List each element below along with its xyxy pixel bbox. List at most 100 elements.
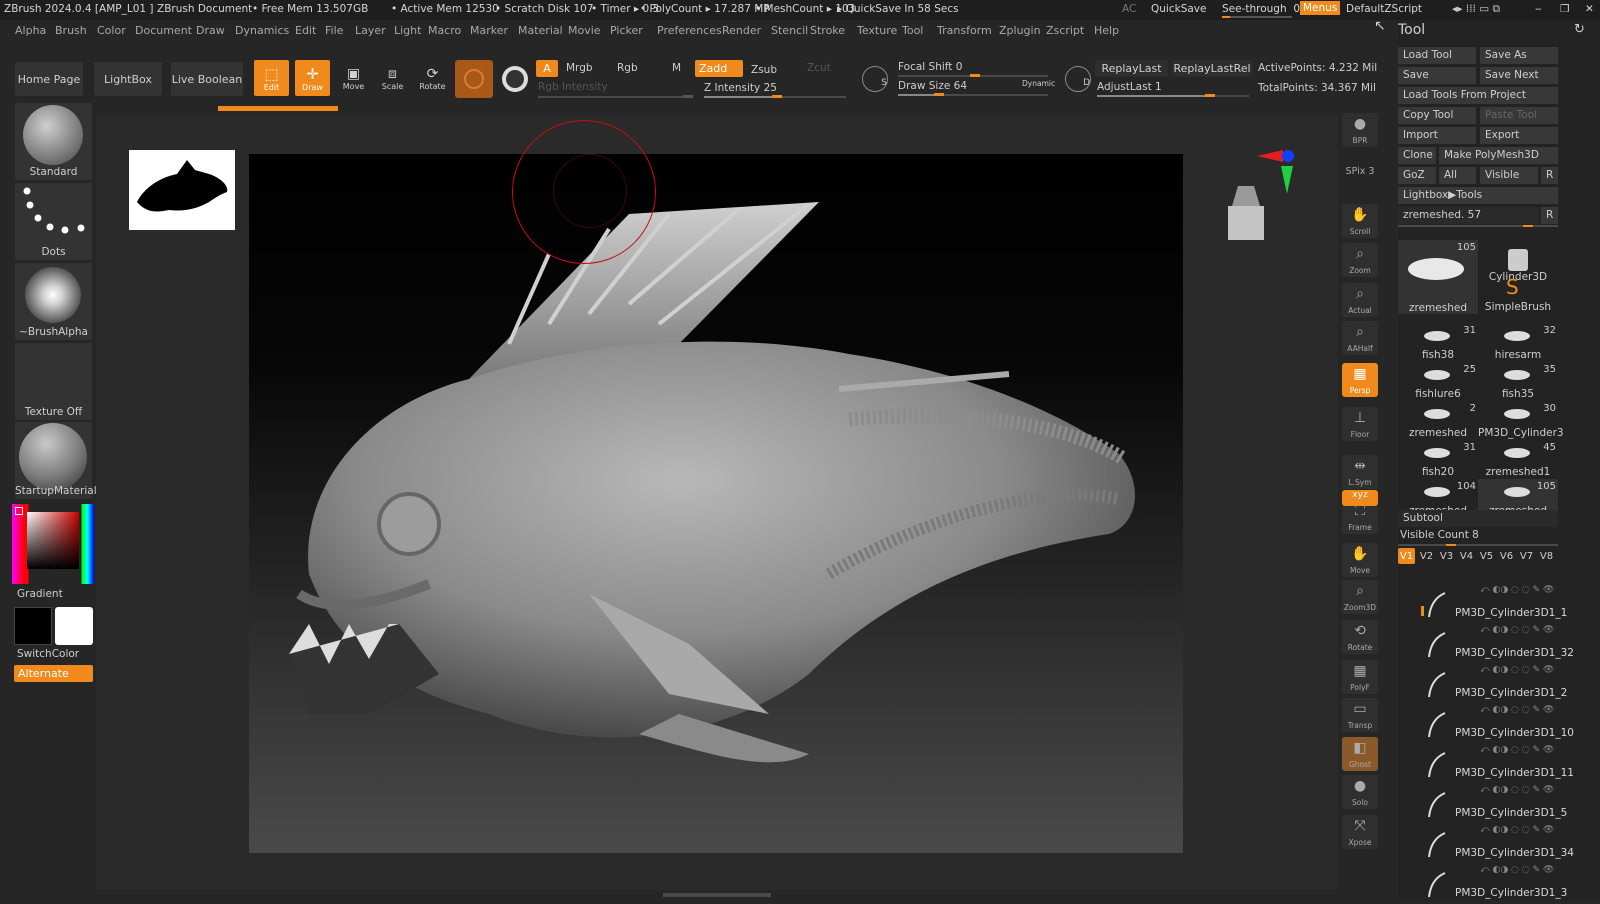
load-tools-from-project-button[interactable]: Load Tools From Project bbox=[1398, 87, 1558, 104]
subtool-row[interactable]: ⤺ ◐◑ ◌ ◌ ✎ 👁 PM3D_Cylinder3D1_34 bbox=[1425, 825, 1595, 864]
subtool-controls-icon[interactable]: ⤺ ◐◑ ◌ ◌ ✎ 👁 bbox=[1480, 825, 1554, 835]
tool-thumbnail[interactable]: 32 hiresarm bbox=[1478, 323, 1558, 361]
alternate-toggle[interactable]: Alternate bbox=[14, 665, 93, 682]
save-next-button[interactable]: Save Next bbox=[1480, 67, 1558, 84]
tool-thumbnail[interactable]: 35 fish35 bbox=[1478, 362, 1558, 400]
menu-color[interactable]: Color bbox=[97, 24, 126, 37]
focal-shift-slider[interactable]: Focal Shift 0 bbox=[898, 61, 962, 73]
draw-mode-button[interactable]: ✛ Draw bbox=[295, 60, 330, 96]
close-icon[interactable]: ✕ bbox=[1585, 3, 1594, 15]
dynamic-toggle[interactable]: Dynamic bbox=[1022, 79, 1055, 88]
menu-draw[interactable]: Draw bbox=[196, 24, 225, 37]
material-selector[interactable]: StartupMaterial bbox=[15, 422, 97, 499]
color-picker[interactable] bbox=[12, 504, 94, 584]
tool-thumbnail[interactable]: 31 fish20 bbox=[1398, 440, 1478, 478]
restore-icon[interactable]: ❐ bbox=[1560, 3, 1569, 15]
z-intensity-slider[interactable]: Z Intensity 25 bbox=[704, 82, 777, 94]
goz-all-button[interactable]: All bbox=[1439, 167, 1476, 184]
tool-thumbnail[interactable]: 45 zremeshed1 bbox=[1478, 440, 1558, 478]
shelf-aahalf[interactable]: ⌕ AAHalf bbox=[1342, 321, 1378, 355]
panel-refresh-icon[interactable]: ↻ bbox=[1574, 22, 1585, 37]
subtool-controls-icon[interactable]: ⤺ ◐◑ ◌ ◌ ✎ 👁 bbox=[1480, 785, 1554, 795]
default-zscript[interactable]: DefaultZScript bbox=[1346, 3, 1422, 15]
shelf-move[interactable]: ✋ Move bbox=[1342, 543, 1378, 577]
shelf-rotate[interactable]: ⟲ Rotate bbox=[1342, 620, 1378, 654]
menu-document[interactable]: Document bbox=[135, 24, 192, 37]
xyz-symmetry-toggle[interactable]: xyz bbox=[1342, 490, 1378, 506]
shelf-solo[interactable]: ● Solo bbox=[1342, 775, 1378, 809]
shelf-actual[interactable]: ⌕ Actual bbox=[1342, 283, 1378, 317]
alpha-selector[interactable]: ~BrushAlpha bbox=[15, 263, 92, 340]
view-cube-icon[interactable] bbox=[1224, 186, 1268, 242]
version-tab-v3[interactable]: V3 bbox=[1438, 548, 1455, 564]
menu-movie[interactable]: Movie bbox=[568, 24, 601, 37]
copy-tool-button[interactable]: Copy Tool bbox=[1398, 107, 1476, 124]
tool-thumbnail[interactable]: 25 fishlure6 bbox=[1398, 362, 1478, 400]
export-button[interactable]: Export bbox=[1480, 127, 1558, 144]
current-tool-r-button[interactable]: R bbox=[1541, 207, 1558, 224]
menu-zscript[interactable]: Zscript bbox=[1046, 24, 1084, 37]
subtool-row[interactable]: ⤺ ◐◑ ◌ ◌ ✎ 👁 PM3D_Cylinder3D1_2 bbox=[1425, 665, 1595, 704]
document-canvas[interactable] bbox=[249, 154, 1183, 853]
goz-visible-button[interactable]: Visible bbox=[1480, 167, 1538, 184]
version-tab-v5[interactable]: V5 bbox=[1478, 548, 1495, 564]
version-tab-v1[interactable]: V1 bbox=[1398, 548, 1415, 564]
draw-size-slider[interactable]: Draw Size 64 bbox=[898, 80, 967, 92]
subtool-row[interactable]: ⤺ ◐◑ ◌ ◌ ✎ 👁 PM3D_Cylinder3D1_11 bbox=[1425, 745, 1595, 784]
menu-stencil[interactable]: Stencil bbox=[771, 24, 808, 37]
adjust-last-slider[interactable]: AdjustLast 1 bbox=[1097, 81, 1162, 93]
menu-help[interactable]: Help bbox=[1094, 24, 1119, 37]
shelf-transp[interactable]: ▭ Transp bbox=[1342, 698, 1378, 732]
rgb-intensity-slider[interactable]: Rgb Intensity bbox=[538, 81, 608, 93]
version-tab-v4[interactable]: V4 bbox=[1458, 548, 1475, 564]
m-toggle[interactable]: M bbox=[672, 62, 681, 74]
scale-mode-button[interactable]: ⧈ Scale bbox=[375, 60, 410, 96]
brush-selector[interactable]: Standard bbox=[15, 103, 92, 180]
menu-marker[interactable]: Marker bbox=[470, 24, 508, 37]
tool-thumbnail[interactable]: 30 PM3D_Cylinder3 bbox=[1478, 401, 1564, 439]
save-button[interactable]: Save bbox=[1398, 67, 1476, 84]
shelf-bpr[interactable]: ● BPR bbox=[1342, 113, 1378, 147]
menu-material[interactable]: Material bbox=[518, 24, 563, 37]
edit-mode-button[interactable]: ⬚ Edit bbox=[254, 60, 289, 96]
menu-light[interactable]: Light bbox=[394, 24, 421, 37]
move-mode-button[interactable]: ▣ Move bbox=[336, 60, 371, 96]
shelf-zoom3d[interactable]: ⌕ Zoom3D bbox=[1342, 580, 1378, 614]
subtool-row[interactable]: ⤺ ◐◑ ◌ ◌ ✎ 👁 PM3D_Cylinder3D1_5 bbox=[1425, 785, 1595, 824]
clone-button[interactable]: Clone bbox=[1398, 147, 1436, 164]
menu-alpha[interactable]: Alpha bbox=[15, 24, 46, 37]
subtool-controls-icon[interactable]: ⤺ ◐◑ ◌ ◌ ✎ 👁 bbox=[1480, 865, 1554, 875]
subtool-controls-icon[interactable]: ⤺ ◐◑ ◌ ◌ ✎ 👁 bbox=[1480, 625, 1554, 635]
lazy-d-icon[interactable]: D bbox=[1065, 66, 1091, 92]
shelf-persp[interactable]: ▦ Persp bbox=[1342, 363, 1378, 397]
shelf-zoom[interactable]: ⌕ Zoom bbox=[1342, 243, 1378, 277]
save-as-button[interactable]: Save As bbox=[1480, 47, 1558, 64]
make-polymesh-button[interactable]: Make PolyMesh3D bbox=[1439, 147, 1558, 164]
menu-macro[interactable]: Macro bbox=[428, 24, 461, 37]
shelf-polyf[interactable]: ▦ PolyF bbox=[1342, 660, 1378, 694]
primary-color-swatch[interactable] bbox=[14, 607, 52, 645]
shelf-scroll[interactable]: ✋ Scroll bbox=[1342, 204, 1378, 238]
menu-file[interactable]: File bbox=[325, 24, 343, 37]
subtool-controls-icon[interactable]: ⤺ ◐◑ ◌ ◌ ✎ 👁 bbox=[1480, 705, 1554, 715]
live-boolean-button[interactable]: Live Boolean bbox=[171, 62, 243, 96]
version-tab-v8[interactable]: V8 bbox=[1538, 548, 1555, 564]
subtool-row[interactable]: ⤺ ◐◑ ◌ ◌ ✎ 👁 PM3D_Cylinder3D1_10 bbox=[1425, 705, 1595, 744]
version-tab-v7[interactable]: V7 bbox=[1518, 548, 1535, 564]
zcut-toggle[interactable]: Zcut bbox=[807, 62, 831, 74]
menu-preferences[interactable]: Preferences bbox=[657, 24, 722, 37]
panel-arrow-icon[interactable]: ↖ bbox=[1374, 18, 1386, 34]
shelf-xpose[interactable]: ⤧ Xpose bbox=[1342, 815, 1378, 849]
color-square[interactable] bbox=[27, 512, 79, 569]
minimize-icon[interactable]: ‒ bbox=[1535, 3, 1542, 15]
a-toggle[interactable]: A bbox=[536, 60, 558, 77]
menu-stroke[interactable]: Stroke bbox=[810, 24, 845, 37]
zadd-toggle[interactable]: Zadd bbox=[695, 60, 743, 77]
shelf-l-sym[interactable]: ⇹ L.Sym bbox=[1342, 455, 1378, 489]
mrgb-toggle[interactable]: Mrgb bbox=[566, 62, 593, 74]
subtool-controls-icon[interactable]: ⤺ ◐◑ ◌ ◌ ✎ 👁 bbox=[1480, 585, 1554, 595]
shelf-ghost[interactable]: ◧ Ghost bbox=[1342, 737, 1378, 771]
subtool-row[interactable]: ⤺ ◐◑ ◌ ◌ ✎ 👁 PM3D_Cylinder3D1_3 bbox=[1425, 865, 1595, 904]
subtool-header[interactable]: Subtool bbox=[1398, 510, 1558, 527]
home-page-button[interactable]: Home Page bbox=[15, 62, 83, 96]
